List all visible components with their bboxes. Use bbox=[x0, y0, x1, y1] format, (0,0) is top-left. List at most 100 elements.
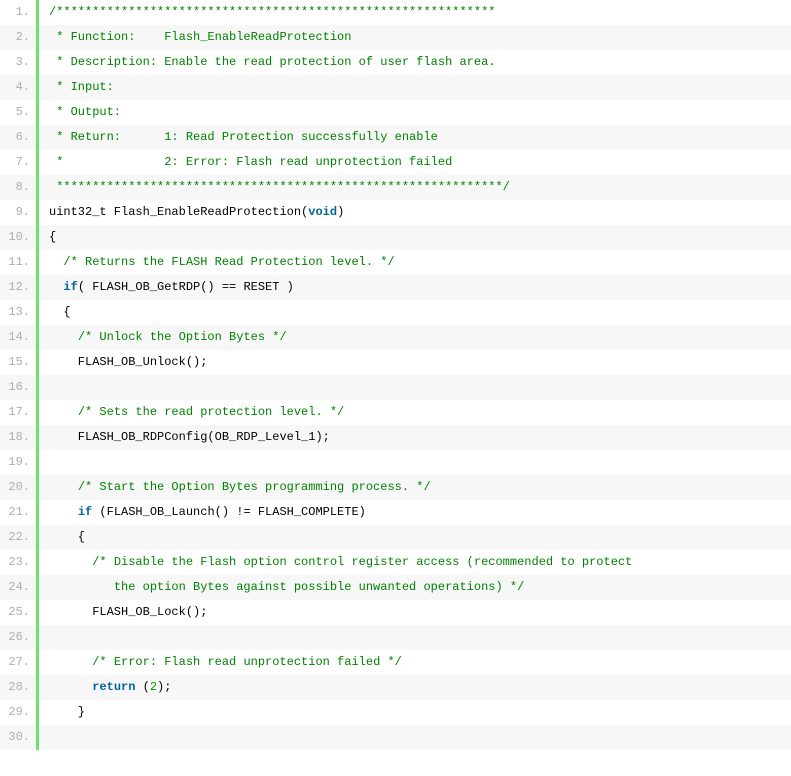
code-line: 27. /* Error: Flash read unprotection fa… bbox=[0, 650, 791, 675]
token-plain: { bbox=[49, 529, 85, 546]
code-line: 17. /* Sets the read protection level. *… bbox=[0, 400, 791, 425]
code-content: * Description: Enable the read protectio… bbox=[39, 50, 791, 75]
code-content: /* Unlock the Option Bytes */ bbox=[39, 325, 791, 350]
code-line: 28. return (2); bbox=[0, 675, 791, 700]
token-comment: /* Returns the FLASH Read Protection lev… bbox=[63, 254, 394, 271]
code-content: { bbox=[39, 225, 791, 250]
token-keyword: return bbox=[92, 679, 135, 696]
token-comment: /* Sets the read protection level. */ bbox=[78, 404, 344, 421]
token-comment: * Output: bbox=[49, 104, 121, 121]
code-line: 9.uint32_t Flash_EnableReadProtection(vo… bbox=[0, 200, 791, 225]
line-number: 25. bbox=[0, 600, 36, 625]
token-num: 2 bbox=[150, 679, 157, 696]
code-content: /* Disable the Flash option control regi… bbox=[39, 550, 791, 575]
line-number: 22. bbox=[0, 525, 36, 550]
token-plain bbox=[49, 479, 78, 496]
token-comment: * Return: 1: Read Protection successfull… bbox=[49, 129, 438, 146]
token-plain: ); bbox=[157, 679, 171, 696]
line-number: 12. bbox=[0, 275, 36, 300]
line-number: 1. bbox=[0, 0, 36, 25]
code-line: 10.{ bbox=[0, 225, 791, 250]
code-content: FLASH_OB_RDPConfig(OB_RDP_Level_1); bbox=[39, 425, 791, 450]
line-number: 2. bbox=[0, 25, 36, 50]
line-number: 29. bbox=[0, 700, 36, 725]
code-content: /* Returns the FLASH Read Protection lev… bbox=[39, 250, 791, 275]
code-content: { bbox=[39, 525, 791, 550]
line-number: 24. bbox=[0, 575, 36, 600]
code-content: return (2); bbox=[39, 675, 791, 700]
line-number: 7. bbox=[0, 150, 36, 175]
code-line: 20. /* Start the Option Bytes programmin… bbox=[0, 475, 791, 500]
line-number: 15. bbox=[0, 350, 36, 375]
code-content: the option Bytes against possible unwant… bbox=[39, 575, 791, 600]
code-line: 18. FLASH_OB_RDPConfig(OB_RDP_Level_1); bbox=[0, 425, 791, 450]
code-line: 14. /* Unlock the Option Bytes */ bbox=[0, 325, 791, 350]
token-comment: * Input: bbox=[49, 79, 114, 96]
token-comment: the option Bytes against possible unwant… bbox=[114, 579, 524, 596]
code-line: 25. FLASH_OB_Lock(); bbox=[0, 600, 791, 625]
code-line: 29. } bbox=[0, 700, 791, 725]
token-comment: /* Disable the Flash option control regi… bbox=[92, 554, 632, 571]
code-content: FLASH_OB_Unlock(); bbox=[39, 350, 791, 375]
code-content: * 2: Error: Flash read unprotection fail… bbox=[39, 150, 791, 175]
token-comment: * 2: Error: Flash read unprotection fail… bbox=[49, 154, 452, 171]
token-keyword: void bbox=[308, 204, 337, 221]
code-content bbox=[39, 375, 791, 400]
code-content: /* Error: Flash read unprotection failed… bbox=[39, 650, 791, 675]
code-line: 15. FLASH_OB_Unlock(); bbox=[0, 350, 791, 375]
code-content: * Input: bbox=[39, 75, 791, 100]
code-content: { bbox=[39, 300, 791, 325]
code-line: 6. * Return: 1: Read Protection successf… bbox=[0, 125, 791, 150]
code-content: uint32_t Flash_EnableReadProtection(void… bbox=[39, 200, 791, 225]
code-line: 5. * Output: bbox=[0, 100, 791, 125]
line-number: 26. bbox=[0, 625, 36, 650]
code-line: 24. the option Bytes against possible un… bbox=[0, 575, 791, 600]
code-content: /***************************************… bbox=[39, 0, 791, 25]
code-content: } bbox=[39, 700, 791, 725]
token-plain: (FLASH_OB_Launch() != FLASH_COMPLETE) bbox=[92, 504, 366, 521]
token-plain bbox=[49, 379, 56, 396]
line-number: 21. bbox=[0, 500, 36, 525]
line-number: 20. bbox=[0, 475, 36, 500]
line-number: 4. bbox=[0, 75, 36, 100]
line-number: 3. bbox=[0, 50, 36, 75]
token-plain bbox=[49, 729, 56, 746]
code-line: 21. if (FLASH_OB_Launch() != FLASH_COMPL… bbox=[0, 500, 791, 525]
code-line: 1. /*************************************… bbox=[0, 0, 791, 25]
code-content: * Function: Flash_EnableReadProtection bbox=[39, 25, 791, 50]
code-line: 8. *************************************… bbox=[0, 175, 791, 200]
token-comment: * Description: Enable the read protectio… bbox=[49, 54, 495, 71]
token-plain: ( FLASH_OB_GetRDP() == RESET ) bbox=[78, 279, 294, 296]
code-line: 4. * Input: bbox=[0, 75, 791, 100]
line-number: 14. bbox=[0, 325, 36, 350]
token-comment: /* Error: Flash read unprotection failed… bbox=[92, 654, 402, 671]
token-plain: FLASH_OB_Lock(); bbox=[49, 604, 207, 621]
token-keyword: if bbox=[78, 504, 92, 521]
code-content: if( FLASH_OB_GetRDP() == RESET ) bbox=[39, 275, 791, 300]
token-plain bbox=[49, 679, 92, 696]
token-plain bbox=[49, 579, 114, 596]
code-line: 13. { bbox=[0, 300, 791, 325]
token-comment: * Function: Flash_EnableReadProtection bbox=[49, 29, 351, 46]
line-number: 30. bbox=[0, 725, 36, 750]
token-plain: { bbox=[49, 304, 71, 321]
code-content: if (FLASH_OB_Launch() != FLASH_COMPLETE) bbox=[39, 500, 791, 525]
token-plain bbox=[49, 279, 63, 296]
token-plain: FLASH_OB_Unlock(); bbox=[49, 354, 207, 371]
code-line: 12. if( FLASH_OB_GetRDP() == RESET ) bbox=[0, 275, 791, 300]
token-plain bbox=[49, 329, 78, 346]
line-number: 27. bbox=[0, 650, 36, 675]
code-content: * Output: bbox=[39, 100, 791, 125]
code-listing: 1. /*************************************… bbox=[0, 0, 791, 750]
code-content: ****************************************… bbox=[39, 175, 791, 200]
line-number: 8. bbox=[0, 175, 36, 200]
line-number: 6. bbox=[0, 125, 36, 150]
token-plain bbox=[49, 504, 78, 521]
code-line: 19. bbox=[0, 450, 791, 475]
line-number: 23. bbox=[0, 550, 36, 575]
line-number: 13. bbox=[0, 300, 36, 325]
token-comment: /***************************************… bbox=[49, 4, 495, 21]
line-number: 11. bbox=[0, 250, 36, 275]
line-number: 5. bbox=[0, 100, 36, 125]
code-content: FLASH_OB_Lock(); bbox=[39, 600, 791, 625]
